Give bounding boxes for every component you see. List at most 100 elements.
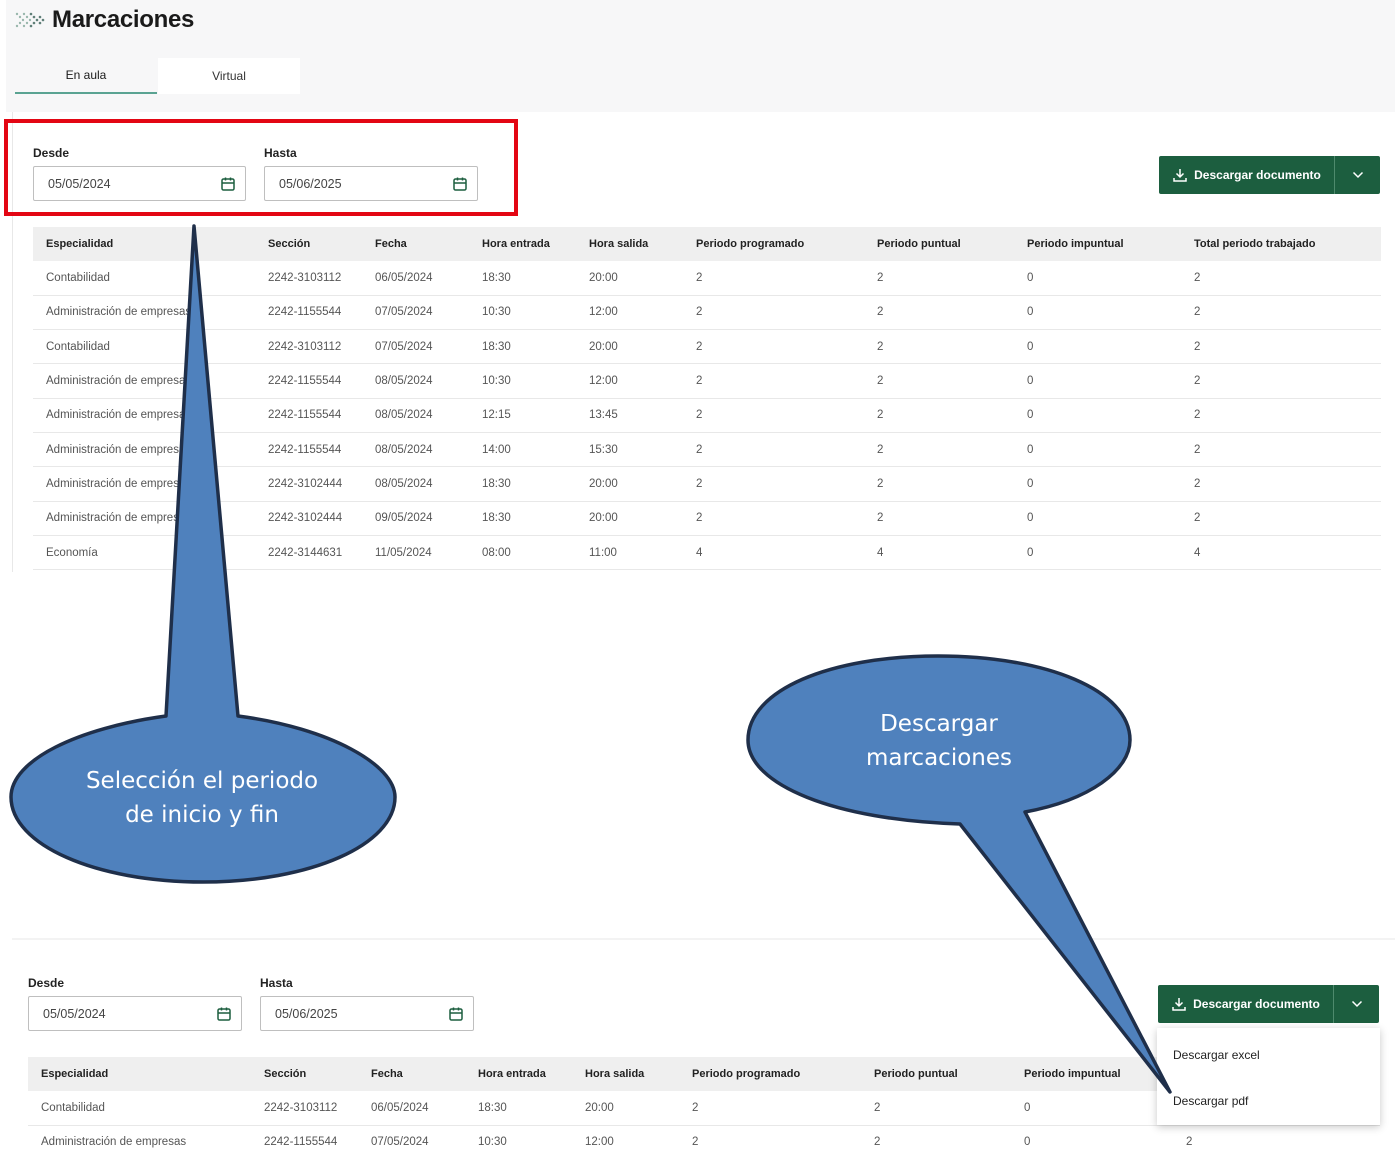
chevron-down-icon bbox=[1352, 171, 1363, 179]
table-cell: 14:00 bbox=[469, 432, 576, 468]
column-header: Hora salida bbox=[572, 1057, 679, 1091]
table-cell: 2 bbox=[683, 466, 864, 502]
table-cell: 20:00 bbox=[576, 329, 683, 365]
table-cell: 09/05/2024 bbox=[362, 501, 469, 536]
table-cell: 2 bbox=[683, 329, 864, 365]
menu-item-pdf[interactable]: Descargar pdf bbox=[1173, 1094, 1248, 1108]
download-document-button-2[interactable]: Descargar documento bbox=[1158, 985, 1379, 1023]
download-dropdown-toggle[interactable] bbox=[1335, 156, 1380, 194]
table-cell: 07/05/2024 bbox=[362, 329, 469, 365]
column-header: Periodo puntual bbox=[864, 227, 1014, 261]
table-cell: 10:30 bbox=[469, 363, 576, 399]
download-main-2[interactable]: Descargar documento bbox=[1158, 985, 1334, 1023]
column-header: Especialidad bbox=[33, 227, 255, 261]
table-row: Contabilidad 2242-3103112 06/05/2024 18:30 2… bbox=[33, 261, 1381, 296]
table-row: Contabilidad 2242-3103112 07/05/2024 18:30 2… bbox=[33, 329, 1381, 365]
table-cell: 2242-1155544 bbox=[255, 363, 362, 399]
table-cell: 2 bbox=[861, 1125, 1011, 1156]
column-header: Sección bbox=[255, 227, 362, 261]
table-cell: 2 bbox=[683, 363, 864, 399]
table-cell: 0 bbox=[1014, 501, 1181, 536]
table-cell: 2 bbox=[864, 432, 1014, 468]
table-cell: 2 bbox=[864, 295, 1014, 331]
table-cell: 07/05/2024 bbox=[358, 1125, 465, 1156]
download-callout-line1: Descargar bbox=[880, 711, 998, 737]
from-date-value-2: 05/05/2024 bbox=[43, 1006, 106, 1021]
table-cell: 18:30 bbox=[465, 1091, 572, 1126]
table-cell: Administración de empresas bbox=[33, 466, 255, 502]
period-callout-line2: de inicio y fin bbox=[125, 802, 279, 828]
column-header: Total periodo trabajado bbox=[1181, 227, 1381, 261]
table-cell: 07/05/2024 bbox=[362, 295, 469, 331]
section-divider bbox=[12, 938, 1395, 940]
table-cell: 10:30 bbox=[469, 295, 576, 331]
calendar-icon[interactable] bbox=[216, 1006, 232, 1022]
table-cell: 2242-3102444 bbox=[255, 501, 362, 536]
logo-icon bbox=[15, 12, 45, 28]
from-date-field-2[interactable]: 05/05/2024 bbox=[28, 996, 242, 1031]
table-cell: Administración de empresas bbox=[33, 295, 255, 331]
table-row: Economía 2242-3144631 11/05/2024 08:00 11:00… bbox=[33, 535, 1381, 571]
table-cell: 0 bbox=[1014, 432, 1181, 468]
table-cell: 2 bbox=[861, 1091, 1011, 1126]
download-icon bbox=[1173, 169, 1187, 182]
table-cell: 2 bbox=[1181, 261, 1381, 296]
chevron-down-icon bbox=[1351, 1000, 1362, 1008]
table-cell: 2 bbox=[1181, 466, 1381, 502]
download-dropdown-toggle-2[interactable] bbox=[1334, 985, 1379, 1023]
table-cell: Administración de empresas bbox=[28, 1125, 251, 1156]
download-main[interactable]: Descargar documento bbox=[1159, 156, 1335, 194]
table-cell: Administración de empresas bbox=[33, 432, 255, 468]
table-cell: 2 bbox=[864, 363, 1014, 399]
attendance-table: Especialidad Sección Fecha Hora entrada Hora… bbox=[33, 227, 1381, 571]
tab-virtual[interactable]: Virtual bbox=[158, 58, 300, 94]
to-date-field-2[interactable]: 05/06/2025 bbox=[260, 996, 474, 1031]
column-header: Periodo impuntual bbox=[1014, 227, 1181, 261]
header-band bbox=[6, 0, 1395, 112]
table-cell: 2 bbox=[679, 1091, 861, 1126]
table-cell: 2242-3103112 bbox=[251, 1091, 358, 1126]
download-document-button[interactable]: Descargar documento bbox=[1159, 156, 1380, 194]
table-cell: 2 bbox=[1181, 398, 1381, 433]
table-cell: 18:30 bbox=[469, 261, 576, 296]
table-row: Administración de empresas 2242-1155544 08… bbox=[33, 432, 1381, 468]
table-cell: 08/05/2024 bbox=[362, 466, 469, 502]
table-cell: 06/05/2024 bbox=[358, 1091, 465, 1126]
table-cell: 2 bbox=[1181, 329, 1381, 365]
menu-item-excel[interactable]: Descargar excel bbox=[1173, 1048, 1260, 1062]
table-cell: 13:45 bbox=[576, 398, 683, 433]
table-cell: 2 bbox=[864, 466, 1014, 502]
date-range-highlight bbox=[4, 119, 518, 216]
column-header: Periodo impuntual bbox=[1011, 1057, 1173, 1091]
column-header: Especialidad bbox=[28, 1057, 251, 1091]
table-cell: 18:30 bbox=[469, 329, 576, 365]
table-cell: 2242-1155544 bbox=[251, 1125, 358, 1156]
table-cell: 10:30 bbox=[465, 1125, 572, 1156]
calendar-icon[interactable] bbox=[448, 1006, 464, 1022]
table-cell: 0 bbox=[1014, 398, 1181, 433]
column-header: Periodo programado bbox=[679, 1057, 861, 1091]
column-header: Sección bbox=[251, 1057, 358, 1091]
table-cell: 0 bbox=[1014, 329, 1181, 365]
table-cell: 2242-1155544 bbox=[255, 432, 362, 468]
table-cell: Administración de empresas bbox=[33, 363, 255, 399]
download-callout-text: Descargar marcaciones bbox=[780, 707, 1098, 775]
table-row: Administración de empresas 2242-1155544 07… bbox=[28, 1125, 1380, 1156]
table-cell: 2242-1155544 bbox=[255, 398, 362, 433]
table-cell: 2242-3102444 bbox=[255, 466, 362, 502]
table-cell: 08:00 bbox=[469, 535, 576, 571]
table-cell: 2 bbox=[864, 329, 1014, 365]
table-header-row: Especialidad Sección Fecha Hora entrada Hora… bbox=[33, 227, 1381, 261]
table-cell: Contabilidad bbox=[33, 261, 255, 296]
to-date-value-2: 05/06/2025 bbox=[275, 1006, 338, 1021]
table-cell: 0 bbox=[1011, 1091, 1173, 1126]
table-cell: 0 bbox=[1014, 466, 1181, 502]
table-cell: 2 bbox=[683, 501, 864, 536]
table-cell: 11:00 bbox=[576, 535, 683, 571]
table-cell: 2 bbox=[1181, 295, 1381, 331]
tab-en-aula[interactable]: En aula bbox=[15, 58, 157, 94]
table-cell: 4 bbox=[1181, 535, 1381, 571]
table-cell: Contabilidad bbox=[33, 329, 255, 365]
column-header: Periodo programado bbox=[683, 227, 864, 261]
download-label: Descargar documento bbox=[1194, 168, 1321, 182]
